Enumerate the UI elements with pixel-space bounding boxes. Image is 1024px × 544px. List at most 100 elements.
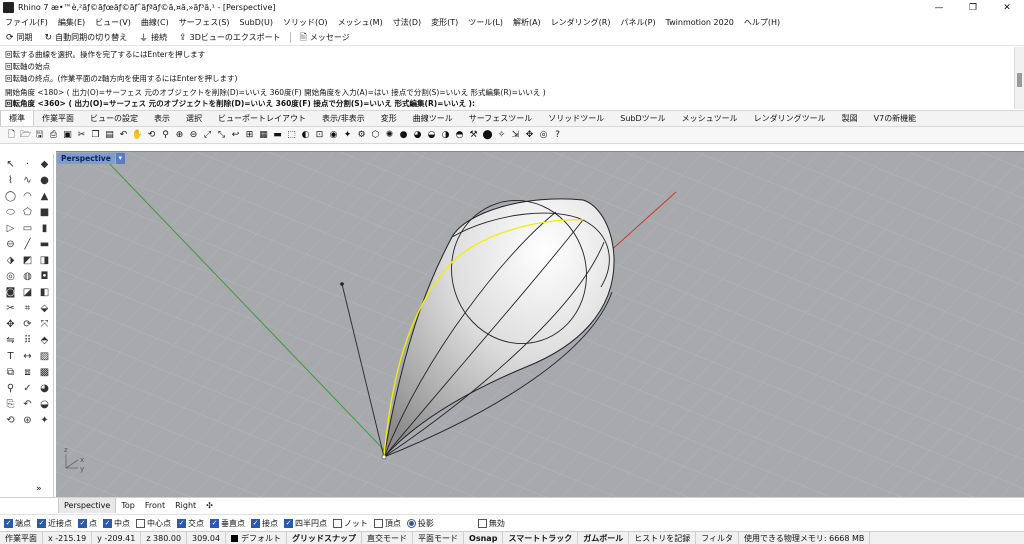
tab-visibility[interactable]: 表示/非表示 (314, 111, 373, 126)
tab-new-in-v7[interactable]: V7の新機能 (866, 111, 925, 126)
menu-file[interactable]: ファイル(F) (0, 17, 53, 28)
undo-view-icon[interactable]: ↩ (229, 129, 242, 142)
menu-panels[interactable]: パネル(P) (616, 17, 661, 28)
copy-icon[interactable]: ❐ (89, 129, 102, 142)
paste-icon[interactable]: ▤ (103, 129, 116, 142)
osnap-knot[interactable]: ノット (333, 518, 368, 529)
checkbox-checked[interactable]: ✓ (177, 518, 186, 528)
mirror-icon[interactable]: ⇋ (2, 332, 19, 348)
perspective-viewport[interactable]: x y z Perspective ▾ (56, 151, 1024, 497)
explode-icon[interactable]: ◧ (36, 284, 53, 300)
help-icon[interactable]: ? (551, 129, 564, 142)
viewtab-front[interactable]: Front (140, 498, 170, 513)
export-3d-button[interactable]: ⇪ 3Dビューのエクスポート (173, 32, 287, 43)
check-icon[interactable]: ✓ (19, 380, 36, 396)
surface-patch-icon[interactable]: ◆ (36, 156, 53, 172)
osnap-center[interactable]: 中心点 (136, 518, 171, 529)
sync-button[interactable]: ⟳ 同期 (0, 32, 39, 43)
sphere-icon[interactable]: ● (36, 172, 53, 188)
rebuild-icon[interactable]: ⬙ (36, 300, 53, 316)
osnap-point[interactable]: ✓ 点 (78, 518, 97, 529)
polygon-icon[interactable]: ⬠ (19, 204, 36, 220)
box-icon[interactable]: ■ (36, 204, 53, 220)
toggle-record-history[interactable]: ヒストリを記録 (629, 532, 697, 544)
viewtab-top[interactable]: Top (116, 498, 140, 513)
toggle-gumball[interactable]: ガムボール (578, 532, 630, 544)
rendered-view-icon[interactable]: ◑ (439, 129, 452, 142)
menu-transform[interactable]: 変形(T) (426, 17, 463, 28)
render-cap-icon[interactable]: ▬ (271, 129, 284, 142)
gumball-icon[interactable]: ⊛ (19, 412, 36, 428)
osnap-intersection[interactable]: ✓ 交点 (177, 518, 204, 529)
cap-icon[interactable]: ◙ (2, 284, 19, 300)
checkbox-unchecked[interactable] (136, 518, 145, 528)
pipe-icon[interactable]: ▬ (36, 236, 53, 252)
checkbox-checked[interactable]: ✓ (37, 518, 46, 528)
command-prompt[interactable]: 回転角度 <360> ( 出力(O)=サーフェス 元のオブジェクトを削除(D)=… (5, 98, 475, 109)
array-icon[interactable]: ⠿ (19, 332, 36, 348)
close-button[interactable]: ✕ (990, 3, 1024, 13)
point-icon[interactable]: · (19, 156, 36, 172)
light-icon[interactable]: ✦ (36, 412, 53, 428)
group-icon[interactable]: ⧉ (2, 364, 19, 380)
render-sphere-icon[interactable]: ● (397, 129, 410, 142)
zoom-icon[interactable]: ⚲ (159, 129, 172, 142)
osnap-end[interactable]: ✓ 端点 (4, 518, 31, 529)
layer-state-icon[interactable]: ⬤ (481, 129, 494, 142)
properties-icon[interactable]: ⚙ (355, 129, 368, 142)
color-wheel-icon[interactable]: ✺ (383, 129, 396, 142)
osnap-quadrant[interactable]: ✓ 四半円点 (284, 518, 327, 529)
pan-icon[interactable]: ✋ (131, 129, 144, 142)
rotate-icon[interactable]: ⟳ (19, 316, 36, 332)
menu-view[interactable]: ビュー(V) (90, 17, 136, 28)
cplane-icon[interactable]: ▦ (257, 129, 270, 142)
hatch-icon[interactable]: ▨ (36, 348, 53, 364)
tab-cplanes[interactable]: 作業平面 (34, 111, 82, 126)
add-viewtab-icon[interactable]: ✣ (201, 498, 218, 513)
join-icon[interactable]: ◪ (19, 284, 36, 300)
checkbox-checked[interactable]: ✓ (4, 518, 13, 528)
triangle-icon[interactable]: ▷ (2, 220, 19, 236)
zebra-icon[interactable]: ◒ (36, 396, 53, 412)
menu-mesh[interactable]: メッシュ(M) (333, 17, 388, 28)
toggle-planar[interactable]: 平面モード (413, 532, 465, 544)
analyze-icon[interactable]: ⚲ (2, 380, 19, 396)
menu-edit[interactable]: 編集(E) (53, 17, 90, 28)
hide-icon[interactable]: ◐ (299, 129, 312, 142)
light-icon[interactable]: ✦ (341, 129, 354, 142)
clipboard-icon[interactable]: ⎘ (2, 396, 19, 412)
checkbox-checked[interactable]: ✓ (210, 518, 219, 528)
history-icon[interactable]: ⟲ (2, 412, 19, 428)
tab-surface-tools[interactable]: サーフェスツール (461, 111, 541, 126)
toggle-ortho[interactable]: 直交モード (362, 532, 414, 544)
osnap-tangent[interactable]: ✓ 接点 (251, 518, 278, 529)
checkbox-unchecked[interactable] (333, 518, 342, 528)
menu-curve[interactable]: 曲線(C) (136, 17, 174, 28)
open-icon[interactable]: 🗁 (19, 129, 32, 142)
text-icon[interactable]: T (2, 348, 19, 364)
osnap-mid[interactable]: ✓ 中点 (103, 518, 130, 529)
tab-drafting[interactable]: 製図 (834, 111, 866, 126)
history-scrollbar[interactable] (1014, 47, 1024, 109)
globe-icon[interactable]: ◎ (537, 129, 550, 142)
message-button[interactable]: 🗎 メッセージ (294, 30, 356, 45)
toggle-osnap[interactable]: Osnap (464, 532, 504, 544)
revolve-icon[interactable]: ◎ (2, 268, 19, 284)
polyline-icon[interactable]: ⌇ (2, 172, 19, 188)
zoom-window-icon[interactable]: ⊕ (173, 129, 186, 142)
lock-icon[interactable]: ⊡ (313, 129, 326, 142)
trim-icon[interactable]: ✂ (2, 300, 19, 316)
menu-dimension[interactable]: 寸法(D) (388, 17, 426, 28)
ghost-view-icon[interactable]: ◓ (453, 129, 466, 142)
radio-selected[interactable] (406, 518, 416, 528)
menu-solid[interactable]: ソリッド(O) (278, 17, 333, 28)
osnap-project[interactable]: 投影 (406, 518, 434, 529)
menu-analyze[interactable]: 解析(A) (508, 17, 546, 28)
undo-icon[interactable]: ↶ (117, 129, 130, 142)
viewtab-perspective[interactable]: Perspective (58, 498, 117, 513)
circle-icon[interactable]: ◯ (2, 188, 19, 204)
sweep-icon[interactable]: ◍ (19, 268, 36, 284)
tab-set-view[interactable]: ビューの設定 (82, 111, 146, 126)
menu-subd[interactable]: SubD(U) (235, 18, 278, 27)
tab-display[interactable]: 表示 (146, 111, 178, 126)
